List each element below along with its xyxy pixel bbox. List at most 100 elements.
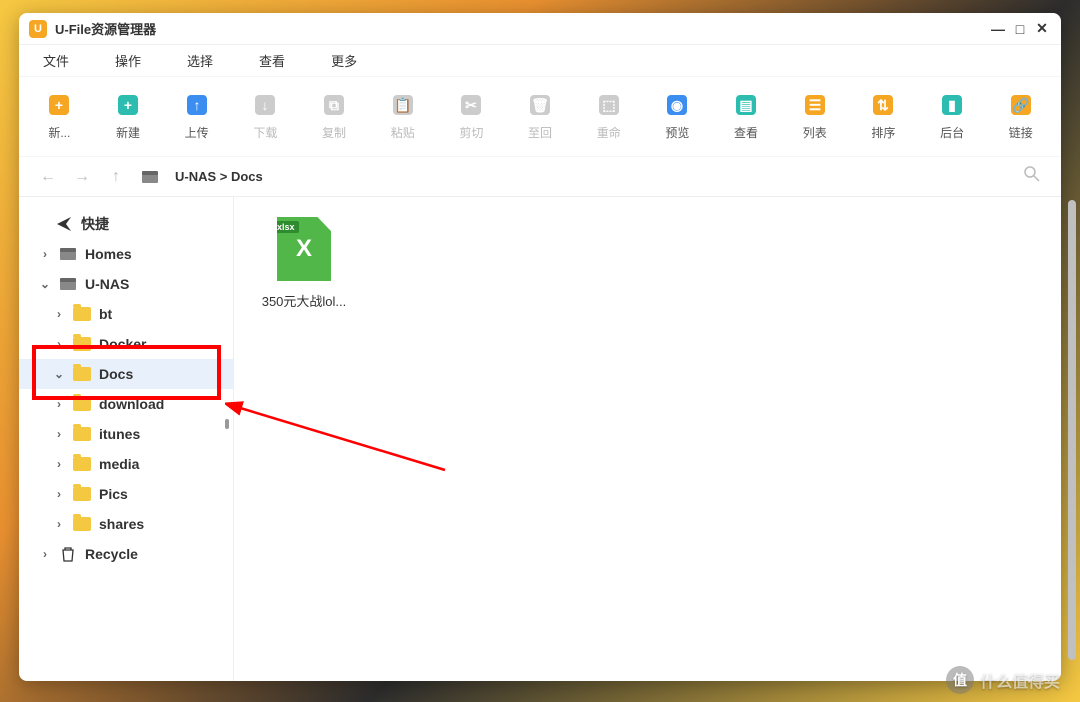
background-icon: ▮ — [939, 92, 965, 118]
chevron-icon: › — [53, 427, 65, 441]
scrollbar[interactable] — [1068, 200, 1076, 660]
sidebar-item-label: U-NAS — [85, 276, 129, 292]
menubar: 文件 操作 选择 查看 更多 — [19, 45, 1061, 77]
sidebar-item-pics[interactable]: › Pics — [19, 479, 233, 509]
close-button[interactable]: ✕ — [1033, 20, 1051, 38]
sidebar-shortcuts-label: 快捷 — [81, 214, 109, 234]
chevron-icon: › — [53, 337, 65, 351]
svg-text:📋: 📋 — [394, 97, 411, 114]
sidebar-item-unas[interactable]: ⌄ U-NAS — [19, 269, 233, 299]
xlsx-file-icon: xlsx X — [277, 217, 331, 281]
sidebar-item-docs[interactable]: ⌄Docs — [19, 359, 233, 389]
file-grid[interactable]: xlsx X 350元大战lol... — [234, 197, 1061, 681]
toolbar-view[interactable]: ▤ 查看 — [730, 92, 763, 141]
view-label: 查看 — [734, 124, 758, 141]
cut-icon: ✂ — [458, 92, 484, 118]
svg-text:▮: ▮ — [948, 97, 956, 113]
list-icon: ☰ — [802, 92, 828, 118]
svg-text:⧉: ⧉ — [329, 97, 339, 113]
menu-more[interactable]: 更多 — [331, 51, 357, 70]
new-folder-icon: + — [46, 92, 72, 118]
sidebar-item-itunes[interactable]: ›itunes — [19, 419, 233, 449]
svg-text:↓: ↓ — [262, 97, 269, 113]
svg-text:⬚: ⬚ — [602, 97, 615, 113]
breadcrumb[interactable]: U-NAS > Docs — [175, 169, 1007, 184]
preview-icon: ◉ — [664, 92, 690, 118]
menu-action[interactable]: 操作 — [115, 51, 141, 70]
folder-icon — [73, 337, 91, 351]
svg-text:⇅: ⇅ — [878, 97, 890, 113]
menu-view[interactable]: 查看 — [259, 51, 285, 70]
recycle-icon: 🗑 — [527, 92, 553, 118]
sort-label: 排序 — [871, 124, 895, 141]
svg-text:◉: ◉ — [671, 97, 683, 113]
toolbar-paste: 📋 粘贴 — [386, 92, 419, 141]
sidebar-item-media[interactable]: ›media — [19, 449, 233, 479]
app-icon: U — [29, 20, 47, 38]
sidebar-item-homes[interactable]: ›Homes — [19, 239, 233, 269]
breadcrumb-bar: ← → ↑ U-NAS > Docs — [19, 157, 1061, 197]
nav-forward-icon[interactable]: → — [73, 168, 91, 186]
svg-text:🗑: 🗑 — [531, 97, 549, 113]
copy-label: 复制 — [322, 124, 346, 141]
paste-label: 粘贴 — [391, 124, 415, 141]
sidebar-item-label: Recycle — [85, 546, 138, 562]
toolbar-list[interactable]: ☰ 列表 — [798, 92, 831, 141]
location-drive-icon — [141, 170, 159, 184]
xlsx-letter: X — [296, 235, 312, 263]
toolbar-upload[interactable]: ↑ 上传 — [180, 92, 213, 141]
toolbar-link[interactable]: 🔗 链接 — [1004, 92, 1037, 141]
svg-text:🔗: 🔗 — [1012, 96, 1030, 114]
maximize-button[interactable]: □ — [1011, 20, 1029, 38]
chevron-icon: › — [53, 457, 65, 471]
sidebar-shortcuts[interactable]: 快捷 — [19, 209, 233, 239]
sidebar-item-label: Pics — [99, 486, 128, 502]
toolbar-sort[interactable]: ⇅ 排序 — [867, 92, 900, 141]
minimize-button[interactable]: — — [989, 20, 1007, 38]
menu-select[interactable]: 选择 — [187, 51, 213, 70]
sidebar-item-download[interactable]: ›download — [19, 389, 233, 419]
sidebar-item-label: Docs — [99, 366, 133, 382]
folder-icon — [73, 517, 91, 531]
trash-icon — [60, 546, 76, 562]
sidebar-drag-handle[interactable] — [225, 419, 229, 429]
app-title: U-File资源管理器 — [55, 19, 156, 38]
toolbar-recycle: 🗑 至回 — [524, 92, 557, 141]
toolbar-download: ↓ 下载 — [249, 92, 282, 141]
new-file-label: 新建 — [116, 124, 140, 141]
sidebar-item-docker[interactable]: ›Docker — [19, 329, 233, 359]
window-controls: — □ ✕ — [989, 20, 1051, 38]
toolbar-new-folder[interactable]: + 新... — [43, 92, 76, 141]
chevron-icon: › — [53, 307, 65, 321]
chevron-icon: › — [39, 547, 51, 561]
drive-icon — [59, 247, 77, 261]
svg-text:↑: ↑ — [193, 97, 200, 113]
download-icon: ↓ — [252, 92, 278, 118]
paste-icon: 📋 — [390, 92, 416, 118]
chevron-icon: ⌄ — [39, 277, 51, 291]
toolbar-rename: ⬚ 重命 — [592, 92, 625, 141]
nav-up-icon[interactable]: ↑ — [107, 168, 125, 186]
cut-label: 剪切 — [459, 124, 483, 141]
sidebar-item-label: bt — [99, 306, 112, 322]
menu-file[interactable]: 文件 — [43, 51, 69, 70]
file-item-xlsx[interactable]: xlsx X 350元大战lol... — [254, 217, 354, 310]
chevron-icon: › — [39, 247, 51, 261]
folder-icon — [73, 397, 91, 411]
sidebar-item-recycle[interactable]: › Recycle — [19, 539, 233, 569]
toolbar-preview[interactable]: ◉ 预览 — [661, 92, 694, 141]
toolbar-background[interactable]: ▮ 后台 — [936, 92, 969, 141]
watermark-badge: 值 — [946, 666, 974, 694]
file-name-label: 350元大战lol... — [262, 291, 347, 310]
search-icon[interactable] — [1023, 165, 1041, 188]
upload-label: 上传 — [185, 124, 209, 141]
send-icon — [55, 215, 73, 233]
toolbar-new-file[interactable]: + 新建 — [112, 92, 145, 141]
sidebar-item-shares[interactable]: ›shares — [19, 509, 233, 539]
chevron-icon: › — [53, 487, 65, 501]
sidebar-item-bt[interactable]: › bt — [19, 299, 233, 329]
svg-text:+: + — [124, 97, 132, 113]
upload-icon: ↑ — [184, 92, 210, 118]
background-label: 后台 — [940, 124, 964, 141]
nav-back-icon[interactable]: ← — [39, 168, 57, 186]
